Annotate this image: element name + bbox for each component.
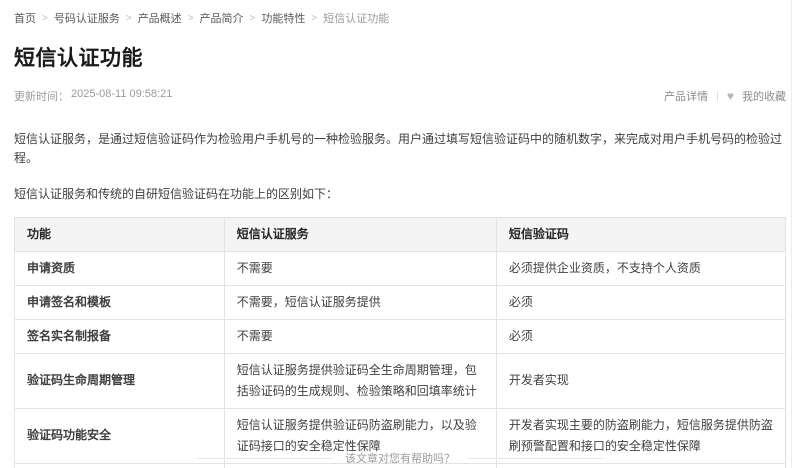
table-cell: 不需要: [224, 319, 496, 353]
feedback-prompt: 该文章对您有帮助吗？: [0, 450, 800, 466]
table-header-feature: 功能: [15, 217, 225, 251]
table-cell: 短信认证服务提供验证码全生命周期管理，包括验证码的生成规则、检验策略和回填率统计: [224, 353, 496, 408]
breadcrumb-item-features[interactable]: 功能特性: [261, 10, 305, 26]
product-details-link[interactable]: 产品详情: [664, 88, 708, 104]
updated-time: 更新时间： 2025-08-11 09:58:21: [14, 88, 172, 104]
favorites-link[interactable]: 我的收藏: [742, 88, 786, 104]
breadcrumb-separator: >: [250, 13, 256, 24]
meta-actions-divider: |: [716, 90, 719, 102]
table-cell: 签名实名制报备: [15, 319, 225, 353]
breadcrumb-item-service[interactable]: 号码认证服务: [54, 10, 120, 26]
breadcrumb-separator: >: [188, 13, 194, 24]
table-cell: 申请资质: [15, 251, 225, 285]
doc-page: 首页 > 号码认证服务 > 产品概述 > 产品简介 > 功能特性 > 短信认证功…: [0, 0, 800, 468]
table-row: 签名实名制报备 不需要 必须: [15, 319, 786, 353]
intro-paragraph-1: 短信认证服务，是通过短信验证码作为检验用户手机号的一种检验服务。用户通过填写短信…: [14, 130, 786, 168]
breadcrumb-separator: >: [311, 13, 317, 24]
feedback-divider-right: [467, 458, 602, 459]
breadcrumb-separator: >: [42, 13, 48, 24]
scrollbar-track[interactable]: [791, 0, 792, 468]
comparison-table: 功能 短信认证服务 短信验证码 申请资质 不需要 必须提供企业资质，不支持个人资…: [14, 217, 786, 468]
table-cell: 不需要: [224, 251, 496, 285]
breadcrumb-separator: >: [126, 13, 132, 24]
table-cell: 不需要，短信认证服务提供: [224, 285, 496, 319]
feedback-question: 该文章对您有帮助吗？: [345, 450, 455, 466]
table-cell: 申请签名和模板: [15, 285, 225, 319]
feedback-divider-left: [198, 458, 333, 459]
updated-time-value: 2025-08-11 09:58:21: [71, 88, 172, 104]
updated-time-label: 更新时间：: [14, 88, 69, 104]
table-header-row: 功能 短信认证服务 短信验证码: [15, 217, 786, 251]
meta-actions: 产品详情 | ♥ 我的收藏: [664, 88, 786, 104]
breadcrumb: 首页 > 号码认证服务 > 产品概述 > 产品简介 > 功能特性 > 短信认证功…: [14, 10, 786, 26]
table-cell: 验证码生命周期管理: [15, 353, 225, 408]
table-cell: 必须提供企业资质，不支持个人资质: [496, 251, 785, 285]
table-header-sms-auth-service: 短信认证服务: [224, 217, 496, 251]
table-row: 验证码生命周期管理 短信认证服务提供验证码全生命周期管理，包括验证码的生成规则、…: [15, 353, 786, 408]
intro-paragraph-2: 短信认证服务和传统的自研短信验证码在功能上的区别如下：: [14, 185, 786, 204]
breadcrumb-item-overview[interactable]: 产品概述: [138, 10, 182, 26]
table-cell: 开发者实现: [496, 353, 785, 408]
breadcrumb-item-current: 短信认证功能: [323, 10, 389, 26]
table-row: 申请资质 不需要 必须提供企业资质，不支持个人资质: [15, 251, 786, 285]
page-title: 短信认证功能: [14, 42, 786, 72]
table-header-sms-code: 短信验证码: [496, 217, 785, 251]
breadcrumb-item-home[interactable]: 首页: [14, 10, 36, 26]
heart-icon[interactable]: ♥: [727, 90, 734, 102]
table-cell: 必须: [496, 285, 785, 319]
table-row: 申请签名和模板 不需要，短信认证服务提供 必须: [15, 285, 786, 319]
meta-row: 更新时间： 2025-08-11 09:58:21 产品详情 | ♥ 我的收藏: [14, 88, 786, 104]
breadcrumb-item-intro[interactable]: 产品简介: [200, 10, 244, 26]
table-cell: 必须: [496, 319, 785, 353]
